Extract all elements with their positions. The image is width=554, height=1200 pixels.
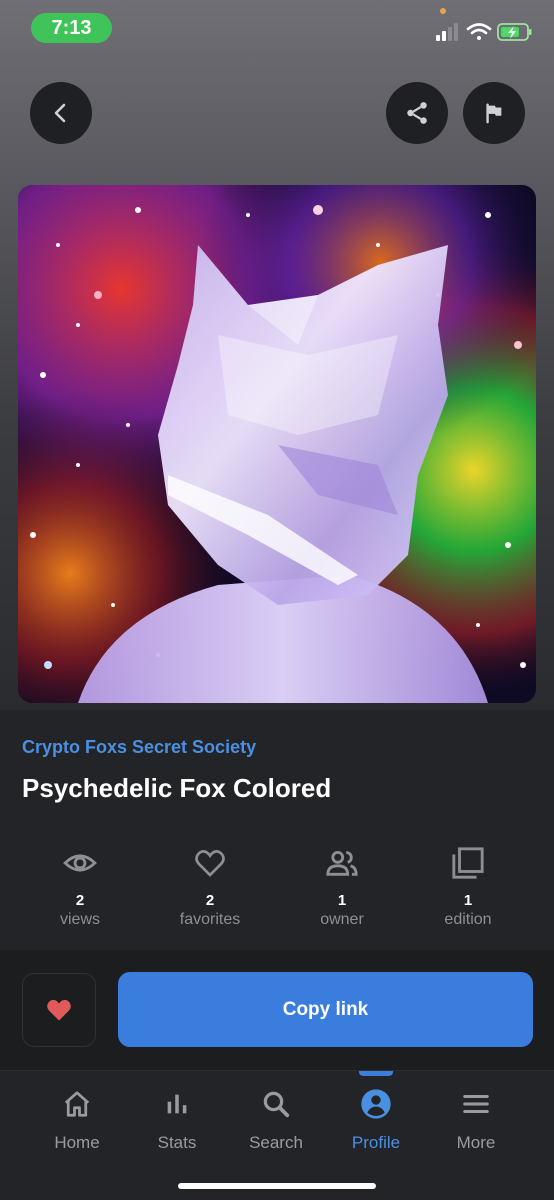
- chevron-left-icon: [54, 103, 66, 123]
- battery-icon: [497, 23, 532, 41]
- stat-value: 2: [205, 892, 215, 909]
- tab-home[interactable]: Home: [32, 1087, 122, 1153]
- stats-row: 2 views 2 favorites 1 owner 1 edition: [0, 840, 554, 940]
- stat-label: favorites: [179, 911, 241, 928]
- share-icon: [407, 102, 427, 124]
- action-bar: Copy link: [0, 950, 554, 1070]
- tab-label: Stats: [157, 1133, 197, 1152]
- stat-favorites: 2 favorites: [150, 840, 270, 929]
- eye-icon: [63, 854, 97, 872]
- favorite-button[interactable]: [22, 973, 96, 1047]
- home-icon: [64, 1091, 90, 1117]
- report-button[interactable]: [463, 82, 525, 144]
- tab-label: More: [456, 1133, 496, 1152]
- flag-icon: [486, 103, 502, 124]
- tab-more[interactable]: More: [431, 1087, 521, 1153]
- bottom-tab-bar: Home Stats Search Profile More: [0, 1070, 554, 1200]
- signal-icon: [436, 23, 458, 41]
- copies-icon: [452, 847, 484, 879]
- back-button[interactable]: [30, 82, 92, 144]
- search-icon: [263, 1091, 290, 1118]
- menu-icon: [463, 1095, 489, 1113]
- tab-search[interactable]: Search: [231, 1087, 321, 1153]
- status-bar: 7:13: [0, 0, 554, 56]
- heart-outline-icon: [195, 850, 225, 877]
- tab-label: Home: [54, 1133, 100, 1152]
- tab-stats[interactable]: Stats: [132, 1087, 222, 1153]
- stat-edition: 1 edition: [408, 840, 528, 929]
- stat-views: 2 views: [20, 840, 140, 929]
- heart-icon: [47, 999, 71, 1021]
- stat-value: 1: [463, 892, 473, 909]
- stat-label: views: [59, 911, 100, 928]
- tab-profile[interactable]: Profile: [331, 1087, 421, 1153]
- privacy-indicator: [440, 8, 446, 14]
- status-icons: [436, 23, 532, 41]
- home-indicator: [178, 1183, 376, 1189]
- nft-title: Psychedelic Fox Colored: [22, 773, 332, 803]
- stat-value: 2: [75, 892, 85, 909]
- tab-label: Profile: [351, 1133, 401, 1152]
- status-time: 7:13: [31, 13, 112, 43]
- collection-link[interactable]: Crypto Foxs Secret Society: [22, 737, 256, 758]
- stat-value: 1: [337, 892, 347, 909]
- psychedelic-fox-artwork: [18, 185, 536, 703]
- copy-link-button[interactable]: Copy link: [118, 972, 533, 1047]
- active-tab-indicator: [359, 1071, 393, 1076]
- people-icon: [326, 850, 358, 876]
- nft-artwork-image[interactable]: [18, 185, 536, 703]
- stat-owner: 1 owner: [282, 840, 402, 929]
- wifi-icon: [466, 23, 492, 40]
- tab-label: Search: [249, 1133, 303, 1152]
- stat-label: edition: [444, 911, 492, 928]
- profile-icon: [361, 1089, 391, 1119]
- bar-chart-icon: [167, 1094, 187, 1114]
- stat-label: owner: [320, 911, 364, 928]
- share-button[interactable]: [386, 82, 448, 144]
